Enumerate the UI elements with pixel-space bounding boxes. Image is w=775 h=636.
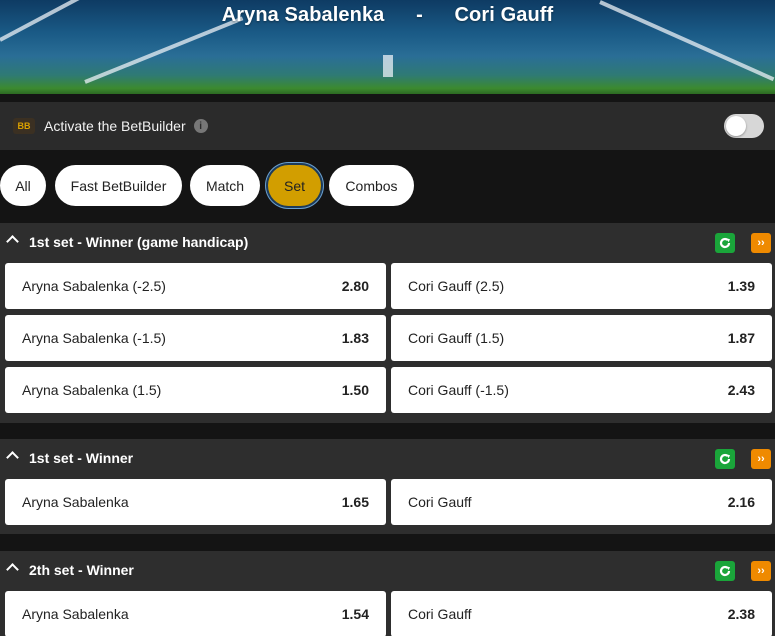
odds-value: 1.50: [341, 382, 369, 398]
odds-button[interactable]: Cori Gauff (1.5) 1.87: [391, 315, 772, 361]
home-player-name: Aryna Sabalenka: [221, 4, 385, 26]
selection-name: Cori Gauff: [408, 606, 472, 622]
selection-name: Cori Gauff (-1.5): [408, 382, 509, 398]
double-chevron-right-icon[interactable]: ››: [751, 233, 771, 253]
odds-value: 1.39: [727, 278, 755, 294]
info-icon[interactable]: i: [193, 119, 208, 133]
betbuilder-toggle[interactable]: [724, 114, 764, 138]
chevron-up-icon[interactable]: [6, 451, 19, 464]
odds-value: 2.38: [727, 606, 755, 622]
betbuilder-bar: BB Activate the BetBuilder i: [0, 102, 775, 150]
betbuilder-label: Activate the BetBuilder: [44, 118, 186, 134]
tab-all[interactable]: All: [0, 165, 46, 206]
market-header[interactable]: 1st set - Winner ››: [0, 439, 775, 477]
toggle-knob: [726, 116, 746, 136]
away-player-name: Cori Gauff: [454, 4, 554, 26]
tab-set[interactable]: Set: [268, 165, 321, 206]
odds-value: 2.80: [341, 278, 369, 294]
selection-name: Aryna Sabalenka: [22, 606, 129, 622]
odds-button[interactable]: Aryna Sabalenka (1.5) 1.50: [5, 367, 386, 413]
market-header[interactable]: 1st set - Winner (game handicap) ››: [0, 223, 775, 261]
tab-fast-betbuilder[interactable]: Fast BetBuilder: [55, 165, 182, 206]
double-chevron-right-icon[interactable]: ››: [751, 449, 771, 469]
selection-name: Aryna Sabalenka (-2.5): [22, 278, 166, 294]
market-title: 2th set - Winner: [29, 562, 134, 578]
refresh-icon[interactable]: [715, 233, 735, 253]
betbuilder-badge-icon: BB: [13, 118, 35, 134]
event-title: Aryna Sabalenka - Cori Gauff: [0, 4, 775, 27]
odds-button[interactable]: Cori Gauff (-1.5) 2.43: [391, 367, 772, 413]
court-line: [383, 55, 393, 77]
event-header-banner: Aryna Sabalenka - Cori Gauff: [0, 0, 775, 94]
odds-button[interactable]: Aryna Sabalenka 1.54: [5, 591, 386, 636]
market-title: 1st set - Winner: [29, 450, 134, 466]
chevron-up-icon[interactable]: [6, 563, 19, 576]
market-block: 2th set - Winner ›› Aryna Sabalenka 1.54…: [0, 551, 775, 636]
refresh-icon[interactable]: [715, 449, 735, 469]
selection-name: Aryna Sabalenka: [22, 494, 129, 510]
double-chevron-right-icon[interactable]: ››: [751, 561, 771, 581]
odds-button[interactable]: Cori Gauff 2.38: [391, 591, 772, 636]
selection-name: Aryna Sabalenka (-1.5): [22, 330, 166, 346]
tab-combos[interactable]: Combos: [329, 165, 414, 206]
refresh-icon[interactable]: [715, 561, 735, 581]
odds-value: 1.65: [341, 494, 369, 510]
market-block: 1st set - Winner ›› Aryna Sabalenka 1.65…: [0, 439, 775, 534]
tab-match[interactable]: Match: [190, 165, 260, 206]
odds-value: 1.87: [727, 330, 755, 346]
selection-name: Aryna Sabalenka (1.5): [22, 382, 162, 398]
versus-separator: -: [416, 4, 423, 26]
odds-button[interactable]: Aryna Sabalenka 1.65: [5, 479, 386, 525]
selection-name: Cori Gauff (2.5): [408, 278, 505, 294]
odds-value: 2.43: [727, 382, 755, 398]
market-title: 1st set - Winner (game handicap): [29, 234, 249, 250]
odds-button[interactable]: Cori Gauff (2.5) 1.39: [391, 263, 772, 309]
odds-button[interactable]: Aryna Sabalenka (-1.5) 1.83: [5, 315, 386, 361]
odds-value: 1.83: [341, 330, 369, 346]
odds-button[interactable]: Aryna Sabalenka (-2.5) 2.80: [5, 263, 386, 309]
odds-value: 1.54: [341, 606, 369, 622]
market-block: 1st set - Winner (game handicap) ›› Aryn…: [0, 223, 775, 423]
chevron-up-icon[interactable]: [6, 235, 19, 248]
market-header[interactable]: 2th set - Winner ››: [0, 551, 775, 589]
odds-button[interactable]: Cori Gauff 2.16: [391, 479, 772, 525]
selection-name: Cori Gauff (1.5): [408, 330, 505, 346]
odds-value: 2.16: [727, 494, 755, 510]
selection-name: Cori Gauff: [408, 494, 472, 510]
